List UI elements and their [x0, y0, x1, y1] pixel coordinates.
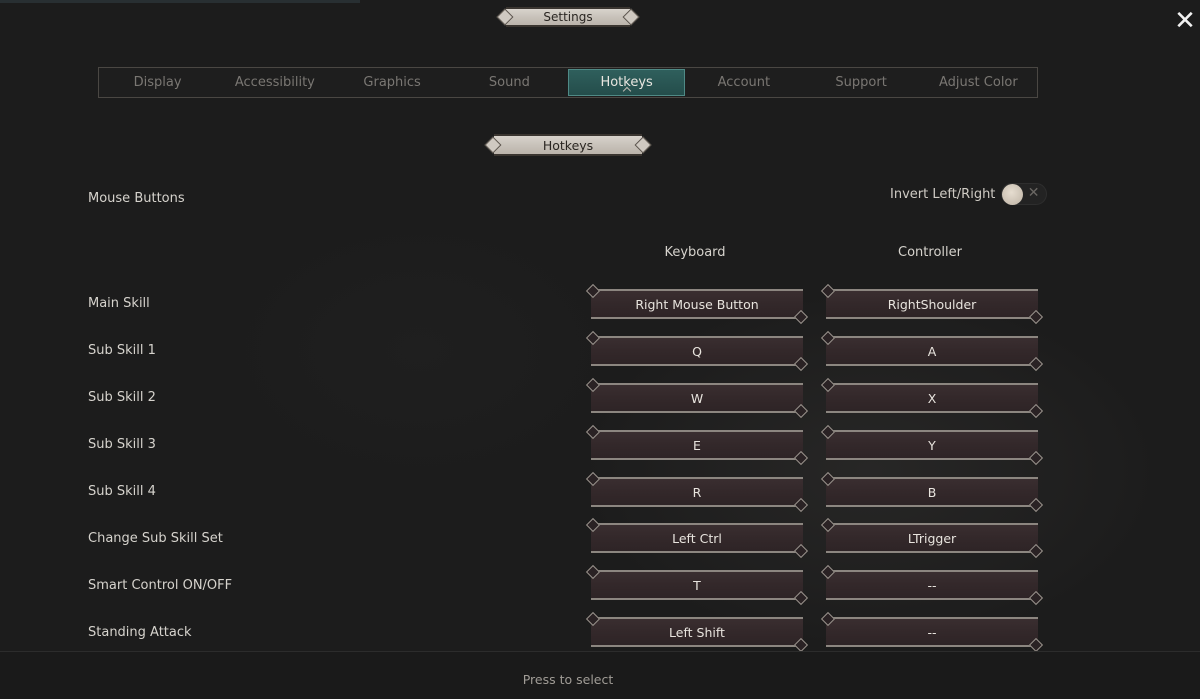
- binding-value: LTrigger: [907, 530, 957, 546]
- keyboard-binding-main-skill[interactable]: Right Mouse Button: [591, 289, 803, 319]
- binding-value: Left Shift: [669, 624, 725, 640]
- controller-binding-sub-skill-3[interactable]: Y: [826, 430, 1038, 460]
- settings-title: Settings: [543, 10, 593, 24]
- binding-value: X: [927, 390, 937, 406]
- binding-value: Left Ctrl: [672, 530, 722, 546]
- binding-value: RightShoulder: [887, 296, 977, 312]
- binding-value: B: [927, 484, 937, 500]
- action-label-sub-skill-3: Sub Skill 3: [88, 437, 156, 452]
- binding-value: R: [692, 484, 702, 500]
- binding-value: A: [927, 343, 937, 359]
- binding-value: T: [693, 577, 701, 593]
- settings-title-plaque: Settings: [506, 7, 630, 27]
- controller-column-header: Controller: [898, 245, 962, 260]
- action-label-change-sub-skill-set: Change Sub Skill Set: [88, 531, 223, 546]
- tab-label: Support: [835, 75, 887, 90]
- tab-display[interactable]: Display: [99, 68, 216, 97]
- toggle-knob: [1002, 184, 1024, 205]
- footer-bar: Press to select: [0, 652, 1200, 699]
- action-label-standing-attack: Standing Attack: [88, 625, 192, 640]
- footer-hint-text: Press to select: [522, 672, 614, 687]
- tab-label: Sound: [488, 75, 530, 90]
- section-title: Hotkeys: [542, 137, 594, 153]
- top-edge-decoration: [0, 0, 1200, 3]
- tab-accessibility[interactable]: Accessibility: [216, 68, 333, 97]
- invert-left-right-toggle[interactable]: ✕: [1001, 183, 1048, 205]
- close-icon: ✕: [1174, 6, 1196, 36]
- keyboard-binding-sub-skill-2[interactable]: W: [591, 383, 803, 413]
- controller-binding-sub-skill-2[interactable]: X: [826, 383, 1038, 413]
- binding-value: --: [927, 624, 937, 640]
- tab-label: Adjust Color: [939, 75, 1018, 90]
- tab-label: Account: [717, 75, 771, 90]
- tab-support[interactable]: Support: [803, 68, 920, 97]
- controller-binding-change-sub-skill-set[interactable]: LTrigger: [826, 523, 1038, 553]
- action-label-sub-skill-1: Sub Skill 1: [88, 343, 156, 358]
- section-title-plaque: Hotkeys: [494, 134, 642, 156]
- tab-label: Graphics: [363, 75, 421, 90]
- binding-value: --: [927, 577, 937, 593]
- binding-value: Y: [928, 437, 936, 453]
- settings-screen: Settings ✕ Display Accessibility Graphic…: [0, 0, 1200, 699]
- controller-binding-sub-skill-1[interactable]: A: [826, 336, 1038, 366]
- keyboard-binding-sub-skill-3[interactable]: E: [591, 430, 803, 460]
- binding-value: W: [690, 390, 704, 406]
- tab-sound[interactable]: Sound: [451, 68, 568, 97]
- tab-graphics[interactable]: Graphics: [334, 68, 451, 97]
- tab-label: Hotkeys: [600, 75, 653, 90]
- keyboard-binding-standing-attack[interactable]: Left Shift: [591, 617, 803, 647]
- keyboard-binding-change-sub-skill-set[interactable]: Left Ctrl: [591, 523, 803, 553]
- tab-label: Display: [133, 75, 182, 90]
- action-label-smart-control: Smart Control ON/OFF: [88, 578, 233, 593]
- binding-value: Right Mouse Button: [635, 296, 759, 312]
- controller-binding-standing-attack[interactable]: --: [826, 617, 1038, 647]
- binding-value: Q: [692, 343, 702, 359]
- close-button[interactable]: ✕: [1172, 8, 1198, 34]
- mouse-buttons-label: Mouse Buttons: [88, 191, 185, 206]
- action-label-main-skill: Main Skill: [88, 296, 150, 311]
- invert-left-right-setting: Invert Left/Right ✕: [890, 183, 1048, 205]
- tab-account[interactable]: Account: [685, 68, 802, 97]
- action-label-sub-skill-2: Sub Skill 2: [88, 390, 156, 405]
- controller-binding-sub-skill-4[interactable]: B: [826, 477, 1038, 507]
- controller-binding-main-skill[interactable]: RightShoulder: [826, 289, 1038, 319]
- keyboard-binding-sub-skill-4[interactable]: R: [591, 477, 803, 507]
- keyboard-column-header: Keyboard: [664, 245, 726, 260]
- tab-label: Accessibility: [234, 75, 315, 90]
- binding-value: E: [693, 437, 701, 453]
- invert-left-right-label: Invert Left/Right: [890, 186, 996, 202]
- tab-adjust-color[interactable]: Adjust Color: [920, 68, 1037, 97]
- settings-tab-bar: Display Accessibility Graphics Sound Hot…: [98, 67, 1038, 98]
- keyboard-binding-sub-skill-1[interactable]: Q: [591, 336, 803, 366]
- keyboard-binding-smart-control[interactable]: T: [591, 570, 803, 600]
- x-icon: ✕: [1027, 185, 1040, 201]
- tab-hotkeys[interactable]: Hotkeys: [568, 69, 686, 96]
- controller-binding-smart-control[interactable]: --: [826, 570, 1038, 600]
- action-label-sub-skill-4: Sub Skill 4: [88, 484, 156, 499]
